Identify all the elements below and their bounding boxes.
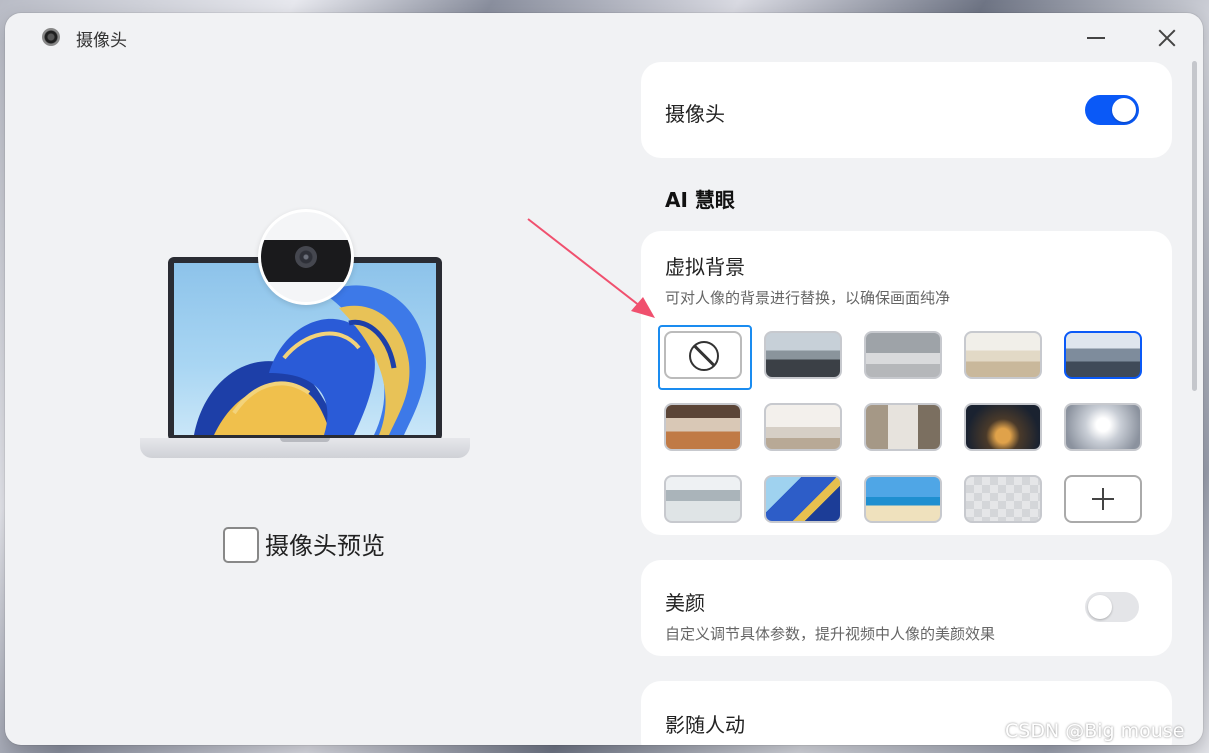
beauty-description: 自定义调节具体参数，提升视频中人像的美颜效果 xyxy=(665,625,996,643)
background-tropical-beach[interactable] xyxy=(864,475,942,523)
webcam-zoom-bubble xyxy=(258,209,354,305)
background-blue-abstract-wave[interactable] xyxy=(764,475,842,523)
ai-section-title: AI 慧眼 xyxy=(665,188,735,212)
background-cafe-interior[interactable] xyxy=(664,403,742,451)
ban-icon xyxy=(689,341,719,371)
title-bar: 摄像头 xyxy=(5,13,1203,63)
scrollbar[interactable] xyxy=(1192,61,1197,391)
camera-label: 摄像头 xyxy=(665,102,725,126)
background-open-office-bright[interactable] xyxy=(964,331,1042,379)
background-living-room-white[interactable] xyxy=(764,403,842,451)
follow-title: 影随人动 xyxy=(665,713,745,737)
background-office-city-view[interactable] xyxy=(1064,331,1142,379)
background-city-night-aerial[interactable] xyxy=(964,403,1042,451)
virtual-background-card: 虚拟背景 可对人像的背景进行替换，以确保画面纯净 xyxy=(641,231,1172,535)
background-living-room-modern[interactable] xyxy=(864,403,942,451)
window-title: 摄像头 xyxy=(76,31,127,51)
beauty-title: 美颜 xyxy=(665,591,705,615)
beauty-toggle[interactable] xyxy=(1085,592,1139,622)
beauty-card: 美颜 自定义调节具体参数，提升视频中人像的美颜效果 xyxy=(641,560,1172,656)
background-meeting-room-glass[interactable] xyxy=(764,331,842,379)
close-button[interactable] xyxy=(1153,24,1181,52)
background-none-option[interactable] xyxy=(664,331,742,379)
add-background-button[interactable] xyxy=(1064,475,1142,523)
camera-icon xyxy=(42,28,60,46)
virtual-background-description: 可对人像的背景进行替换，以确保画面纯净 xyxy=(665,289,951,307)
background-futuristic-corridor[interactable] xyxy=(1064,403,1142,451)
minimize-button[interactable] xyxy=(1082,24,1110,52)
laptop-illustration xyxy=(140,209,470,461)
camera-preview-checkbox[interactable] xyxy=(223,527,259,563)
camera-preview-label: 摄像头预览 xyxy=(265,532,385,560)
toggle-knob xyxy=(1112,98,1136,122)
laptop-notch xyxy=(280,438,330,442)
camera-toggle[interactable] xyxy=(1085,95,1139,125)
toggle-knob xyxy=(1088,595,1112,619)
background-conference-room-gray[interactable] xyxy=(864,331,942,379)
background-ink-mountain-landscape[interactable] xyxy=(664,475,742,523)
background-transparent-blur[interactable] xyxy=(964,475,1042,523)
camera-toggle-card: 摄像头 xyxy=(641,62,1172,158)
webcam-lens-icon xyxy=(295,246,317,268)
plus-icon xyxy=(1092,488,1114,510)
watermark: CSDN @Big mouse xyxy=(1005,720,1185,742)
camera-settings-window: 摄像头 摄像头预览 摄像头 AI 慧眼 虚拟背景 可对人像的背景进行替换，以确保… xyxy=(5,13,1203,745)
virtual-background-title: 虚拟背景 xyxy=(665,255,745,279)
